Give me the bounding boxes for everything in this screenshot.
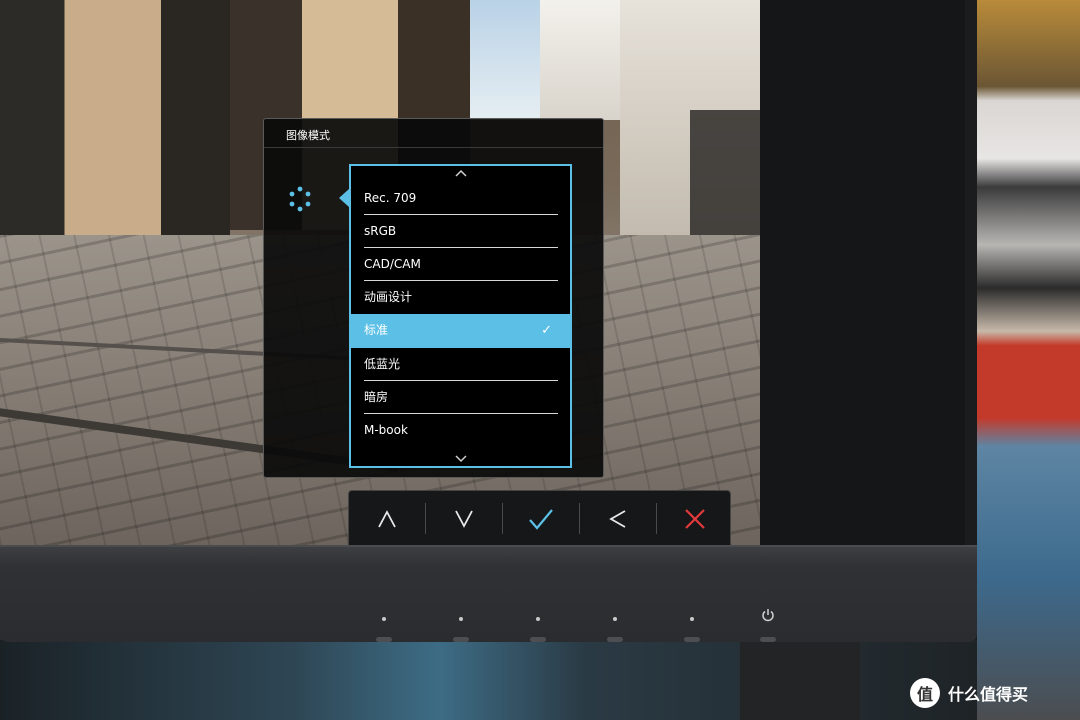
hw-button[interactable] [530,637,546,642]
power-icon [762,609,774,622]
check-icon: ✓ [541,323,552,338]
chevron-down-icon[interactable] [351,453,570,465]
list-item-darkroom[interactable]: 暗房 [351,381,570,414]
selection-pointer [339,189,349,207]
list-item-label: 动画设计 [364,290,413,304]
list-item-label: 暗房 [364,390,389,404]
watermark-logo: 值 [910,678,940,708]
osd-divider [264,147,603,148]
picture-mode-list: Rec. 709 sRGB CAD/CAM 动画设计 标准 ✓ 低蓝光 暗房 M… [349,164,572,468]
hw-button[interactable] [684,637,700,642]
confirm-button[interactable] [503,491,579,546]
chevron-left-icon [609,509,626,528]
hw-button[interactable] [607,637,623,642]
hw-button-indicator [613,617,617,621]
background-room [977,0,1080,720]
chevron-up-icon [378,509,396,527]
screen-dark-area [760,0,970,545]
list-item-label: 低蓝光 [364,357,401,371]
list-item-label: 标准 [364,323,389,337]
monitor-bottom-bezel [0,545,977,642]
close-icon [685,508,705,529]
picture-mode-icon [289,186,311,212]
list-item-label: sRGB [364,224,397,238]
hw-button-indicator [382,617,386,621]
osd-menu: 图像模式 Rec. 709 sRGB CAD/CAM 动画设计 标准 ✓ 低蓝光… [263,118,604,478]
watermark: 值 什么值得买 [910,678,1028,708]
power-button[interactable] [760,637,776,642]
building-left [0,0,230,235]
list-item-cadcam[interactable]: CAD/CAM [351,248,570,281]
list-item-mbook[interactable]: M-book [351,414,570,447]
hw-button-indicator [459,617,463,621]
down-button[interactable] [426,491,502,546]
list-item-label: M-book [364,423,408,437]
monitor-stand [740,640,860,720]
hw-button-indicator [690,617,694,621]
list-item-label: CAD/CAM [364,257,421,271]
list-item-animation[interactable]: 动画设计 [351,281,570,314]
hw-button[interactable] [453,637,469,642]
back-button[interactable] [580,491,656,546]
check-icon [529,508,553,530]
list-item-srgb[interactable]: sRGB [351,215,570,248]
list-item-label: Rec. 709 [364,191,417,205]
osd-title: 图像模式 [286,129,330,142]
list-item-rec709[interactable]: Rec. 709 [351,182,570,215]
hw-button[interactable] [376,637,392,642]
watermark-text: 什么值得买 [948,685,1029,704]
chevron-up-icon[interactable] [351,167,570,179]
list-item-low-blue-light[interactable]: 低蓝光 [351,348,570,381]
monitor-side-bezel [965,0,977,640]
chevron-down-icon [455,510,473,528]
hw-button-indicator [536,617,540,621]
up-button[interactable] [349,491,425,546]
exit-button[interactable] [657,491,733,546]
church-tower [540,0,620,120]
osd-control-bar [348,490,731,545]
list-item-standard[interactable]: 标准 ✓ [351,314,570,348]
